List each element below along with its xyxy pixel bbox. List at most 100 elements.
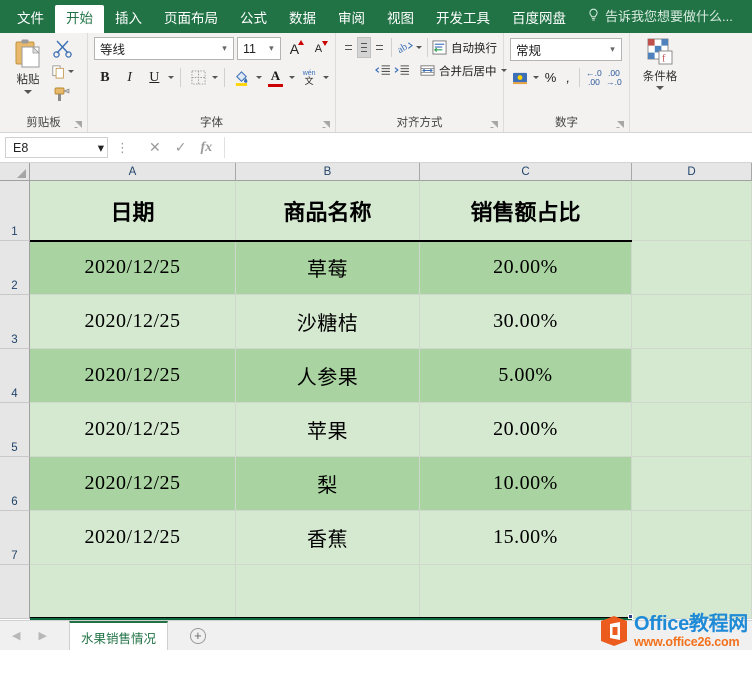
ribbon-tab-insert[interactable]: 插入 [104, 5, 153, 34]
font-size-caret[interactable]: ▾ [265, 43, 278, 54]
add-sheet-button[interactable]: + [189, 627, 206, 644]
clipboard-dialog-launcher[interactable] [74, 120, 83, 129]
cell-b7[interactable]: 香蕉 [236, 511, 420, 565]
row-header-8[interactable] [0, 565, 30, 619]
row-header-4[interactable]: 4 [0, 349, 30, 403]
cell-b1[interactable]: 商品名称 [236, 181, 420, 241]
row-header-6[interactable]: 6 [0, 457, 30, 511]
ribbon-tab-view[interactable]: 视图 [376, 5, 425, 34]
cell-a4[interactable]: 2020/12/25 [30, 349, 236, 403]
increase-indent-button[interactable] [393, 59, 410, 82]
cell-c2[interactable]: 20.00% [420, 241, 632, 295]
ribbon-tab-formulas[interactable]: 公式 [229, 5, 278, 34]
cell-c5[interactable]: 20.00% [420, 403, 632, 457]
cell-d8[interactable] [632, 565, 752, 619]
align-bottom-button[interactable] [373, 37, 386, 58]
accounting-format-button[interactable] [510, 66, 531, 89]
prev-sheet-icon[interactable]: ◀ [12, 629, 20, 642]
font-color-button[interactable]: A [265, 66, 287, 89]
font-dialog-launcher[interactable] [322, 120, 331, 129]
fill-color-button[interactable] [231, 66, 253, 89]
ribbon-tab-page-layout[interactable]: 页面布局 [153, 5, 229, 34]
cell-c3[interactable]: 30.00% [420, 295, 632, 349]
increase-decimal-button[interactable]: ←.0.00 [585, 68, 603, 87]
cancel-icon[interactable]: ✕ [149, 139, 161, 156]
cell-d5[interactable] [632, 403, 752, 457]
column-header-a[interactable]: A [30, 163, 236, 180]
column-header-b[interactable]: B [236, 163, 420, 180]
cell-d7[interactable] [632, 511, 752, 565]
cell-a2[interactable]: 2020/12/25 [30, 241, 236, 295]
font-name-combo[interactable]: 等线 ▾ [94, 37, 235, 60]
insert-function-icon[interactable]: fx [200, 140, 212, 156]
cell-b8[interactable] [236, 565, 420, 619]
copy-dropdown-caret[interactable] [68, 70, 74, 73]
cell-b4[interactable]: 人参果 [236, 349, 420, 403]
orientation-dropdown-caret[interactable] [415, 46, 422, 49]
row-header-3[interactable]: 3 [0, 295, 30, 349]
row-header-7[interactable]: 7 [0, 511, 30, 565]
cell-d3[interactable] [632, 295, 752, 349]
decrease-indent-button[interactable] [374, 59, 391, 82]
cell-b3[interactable]: 沙糖桔 [236, 295, 420, 349]
comma-style-button[interactable]: , [562, 70, 574, 85]
cell-a6[interactable]: 2020/12/25 [30, 457, 236, 511]
tell-me-box[interactable]: 告诉我您想要做什么... [587, 6, 733, 33]
row-header-1[interactable]: 1 [0, 181, 30, 241]
cell-a1[interactable]: 日期 [30, 181, 236, 241]
ribbon-tab-review[interactable]: 审阅 [327, 5, 376, 34]
borders-dropdown-caret[interactable] [211, 76, 218, 79]
cell-a8[interactable] [30, 565, 236, 619]
ribbon-tab-developer[interactable]: 开发工具 [425, 5, 501, 34]
confirm-icon[interactable]: ✓ [175, 139, 187, 156]
cut-button[interactable] [52, 39, 74, 58]
merge-center-button[interactable]: 合并后居中 [420, 63, 507, 79]
cell-d4[interactable] [632, 349, 752, 403]
cell-b6[interactable]: 梨 [236, 457, 420, 511]
fill-color-dropdown-caret[interactable] [255, 76, 262, 79]
cell-a3[interactable]: 2020/12/25 [30, 295, 236, 349]
cell-c4[interactable]: 5.00% [420, 349, 632, 403]
row-header-5[interactable]: 5 [0, 403, 30, 457]
cell-c6[interactable]: 10.00% [420, 457, 632, 511]
decrease-font-size-button[interactable]: A [308, 37, 329, 60]
underline-button[interactable]: U [143, 66, 165, 89]
column-header-c[interactable]: C [420, 163, 632, 180]
align-left-button[interactable] [342, 60, 348, 81]
cell-a5[interactable]: 2020/12/25 [30, 403, 236, 457]
borders-button[interactable] [187, 66, 209, 89]
ribbon-tab-baidu-netdisk[interactable]: 百度网盘 [501, 5, 577, 34]
ribbon-tab-data[interactable]: 数据 [278, 5, 327, 34]
sheet-tab-active[interactable]: 水果销售情况 [68, 621, 168, 650]
align-right-button[interactable] [358, 60, 364, 81]
increase-font-size-button[interactable]: A [284, 37, 305, 60]
cell-c8[interactable] [420, 565, 632, 619]
paste-button[interactable]: 粘贴 [6, 36, 50, 114]
italic-button[interactable]: I [119, 66, 141, 89]
cell-a7[interactable]: 2020/12/25 [30, 511, 236, 565]
font-size-combo[interactable]: 11 ▾ [237, 37, 281, 60]
ribbon-tab-home[interactable]: 开始 [55, 4, 104, 33]
cell-d6[interactable] [632, 457, 752, 511]
cell-c7[interactable]: 15.00% [420, 511, 632, 565]
cell-d1[interactable] [632, 181, 752, 241]
font-name-caret[interactable]: ▾ [218, 43, 231, 54]
wrap-text-button[interactable]: 自动换行 [432, 40, 497, 56]
align-top-button[interactable] [342, 37, 355, 58]
name-box[interactable]: E8 ▾ [5, 137, 108, 158]
number-dialog-launcher[interactable] [616, 120, 625, 129]
ribbon-tab-file[interactable]: 文件 [6, 5, 55, 34]
bold-button[interactable]: B [94, 66, 116, 89]
align-center-button[interactable] [350, 60, 356, 81]
format-painter-button[interactable] [52, 85, 74, 104]
next-sheet-icon[interactable]: ▶ [38, 629, 46, 642]
phonetic-dropdown-caret[interactable] [323, 76, 330, 79]
cell-b5[interactable]: 苹果 [236, 403, 420, 457]
select-all-corner[interactable] [0, 163, 30, 180]
accounting-dropdown-caret[interactable] [532, 76, 539, 79]
decrease-decimal-button[interactable]: .00 →.0 [605, 68, 623, 87]
font-color-dropdown-caret[interactable] [289, 76, 296, 79]
underline-dropdown-caret[interactable] [168, 76, 175, 79]
align-middle-button[interactable] [357, 37, 372, 58]
conditional-formatting-button[interactable]: f [646, 38, 674, 68]
